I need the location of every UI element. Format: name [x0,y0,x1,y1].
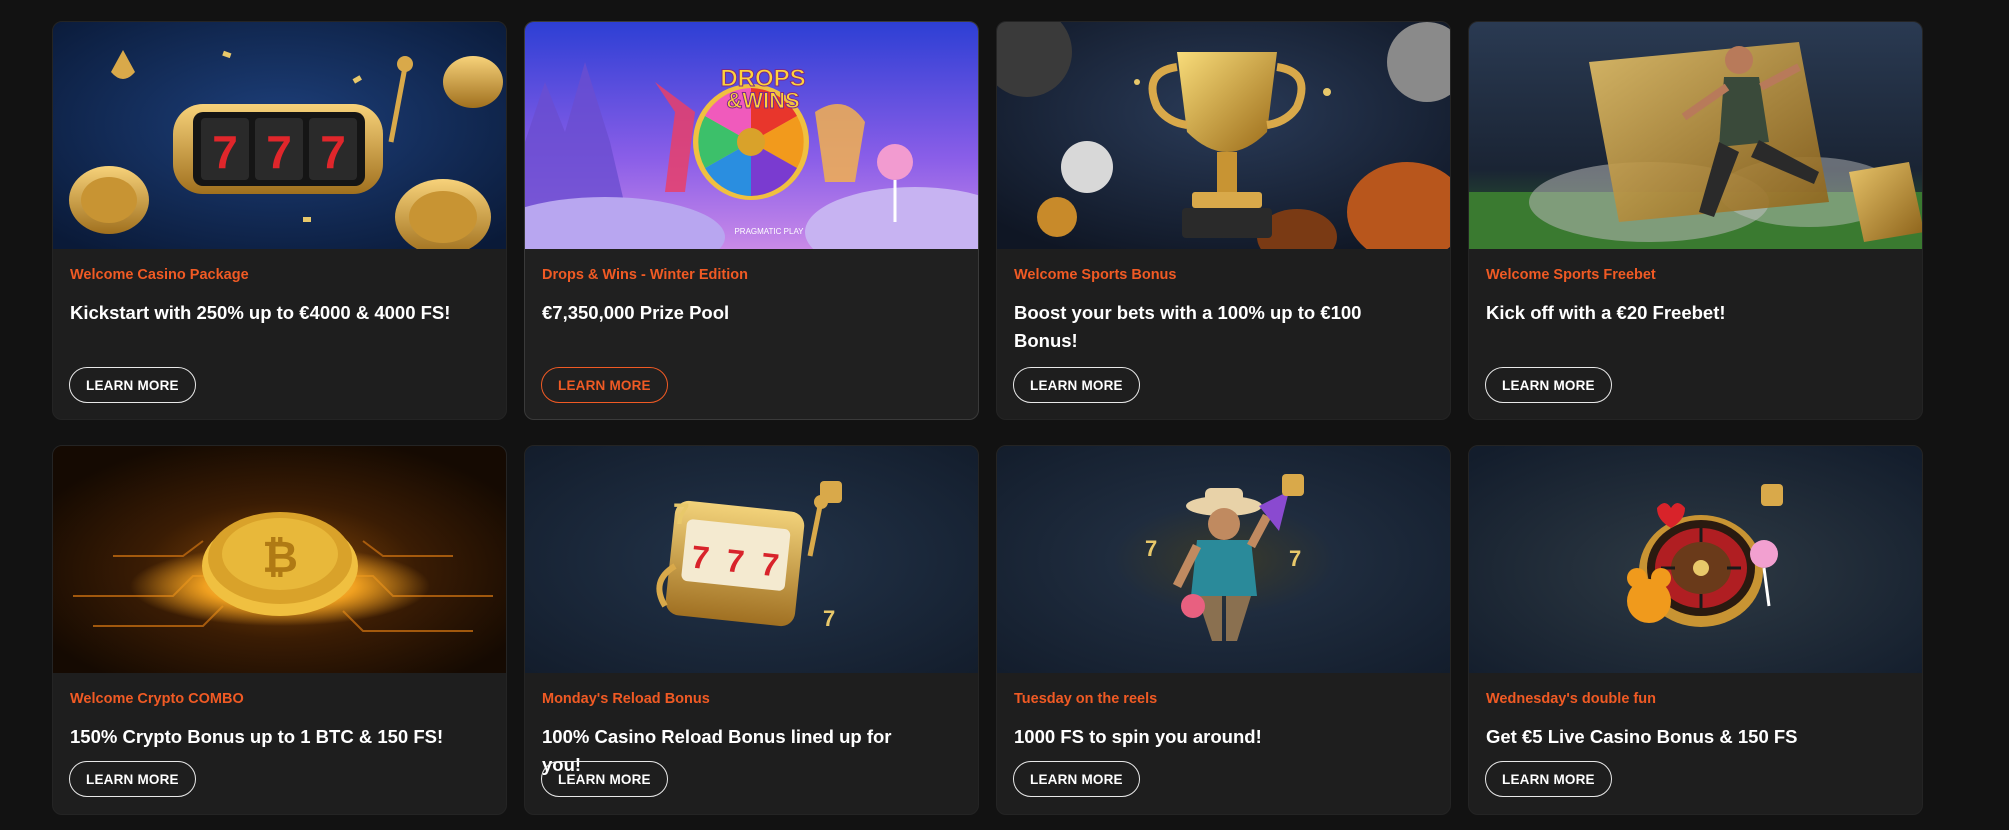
cowboy-character-icon: 7 7 [997,446,1450,673]
svg-text:7: 7 [673,498,690,531]
slot-machine-icon: 7 7 7 7 7 [525,446,978,673]
promo-title: Boost your bets with a 100% up to €100 B… [1014,302,1362,351]
promo-banner: ₿ [53,446,506,673]
promo-card-welcome-sports[interactable]: Welcome Sports Bonus Boost your bets wit… [996,21,1451,420]
learn-more-button[interactable]: LEARN MORE [1485,367,1612,403]
promo-title: €7,350,000 Prize Pool [542,302,730,323]
promo-category: Wednesday's double fun [1486,691,1656,707]
reel-digit: 7 [690,539,711,577]
pragmatic-play-logo: PRAGMATIC PLAY [734,227,804,236]
promo-category: Welcome Sports Freebet [1486,267,1656,283]
promo-card-sports-freebet[interactable]: Welcome Sports Freebet Kick off with a €… [1468,21,1923,420]
learn-more-button[interactable]: LEARN MORE [69,761,196,797]
promo-category: Tuesday on the reels [1014,691,1158,707]
promo-banner: 7 7 7 7 7 [525,446,978,673]
trophy-icon [997,22,1450,249]
promo-title: 1000 FS to spin you around! [1014,726,1262,747]
promo-card-crypto-combo[interactable]: ₿ Welcome Crypto COMBO 150% Crypto Bonus… [52,445,507,815]
learn-more-button[interactable]: LEARN MORE [1485,761,1612,797]
promotions-grid: 7 7 7 Welcome Casino Package Kickstart w… [52,21,1923,815]
promo-card-wednesday-fun[interactable]: Wednesday's double fun Get €5 Live Casin… [1468,445,1923,815]
svg-text:7: 7 [823,606,835,631]
svg-text:7: 7 [1289,546,1301,571]
promo-title: Get €5 Live Casino Bonus & 150 FS [1486,726,1798,747]
learn-more-button[interactable]: LEARN MORE [1013,367,1140,403]
bitcoin-symbol: ₿ [262,532,298,583]
promo-title: 150% Crypto Bonus up to 1 BTC & 150 FS! [70,726,444,747]
banner-headline: &WINS [726,88,799,113]
roulette-wheel-icon [1469,446,1922,673]
reel-digit: 7 [266,126,292,178]
promo-banner: 7 7 [997,446,1450,673]
promo-card-monday-reload[interactable]: 7 7 7 7 7 Monday's Reload Bonus 100% Cas… [524,445,979,815]
learn-more-button[interactable]: LEARN MORE [541,761,668,797]
learn-more-button[interactable]: LEARN MORE [541,367,668,403]
reel-digit: 7 [320,126,346,178]
promo-card-welcome-casino[interactable]: 7 7 7 Welcome Casino Package Kickstart w… [52,21,507,420]
promo-category: Monday's Reload Bonus [542,691,710,707]
promo-title: Kick off with a €20 Freebet! [1486,302,1726,323]
promo-banner: 7 7 7 [53,22,506,249]
promo-category: Welcome Casino Package [70,267,249,283]
learn-more-button[interactable]: LEARN MORE [69,367,196,403]
reel-digit: 7 [759,546,780,584]
reel-digit: 7 [724,542,745,580]
bitcoin-coin-icon: ₿ [53,446,506,673]
reel-digit: 7 [212,126,238,178]
promo-category: Welcome Crypto COMBO [70,691,244,707]
svg-text:7: 7 [1145,536,1157,561]
promo-card-tuesday-reels[interactable]: 7 7 Tuesday on the reels 1000 FS to spin… [996,445,1451,815]
slot-777-icon: 7 7 7 [53,22,506,249]
promo-category: Drops & Wins - Winter Edition [542,267,748,283]
promo-banner [1469,446,1922,673]
football-player-icon [1469,22,1922,249]
learn-more-button[interactable]: LEARN MORE [1013,761,1140,797]
promo-card-drops-wins[interactable]: DROPS &WINS PRAGMATIC PLAY Drops & Wins … [524,21,979,420]
promo-title: Kickstart with 250% up to €4000 & 4000 F… [70,302,451,323]
promo-category: Welcome Sports Bonus [1014,267,1177,283]
promo-banner [997,22,1450,249]
promo-banner: DROPS &WINS PRAGMATIC PLAY [525,22,978,249]
promo-banner [1469,22,1922,249]
prize-wheel-icon: DROPS &WINS PRAGMATIC PLAY [525,22,978,249]
